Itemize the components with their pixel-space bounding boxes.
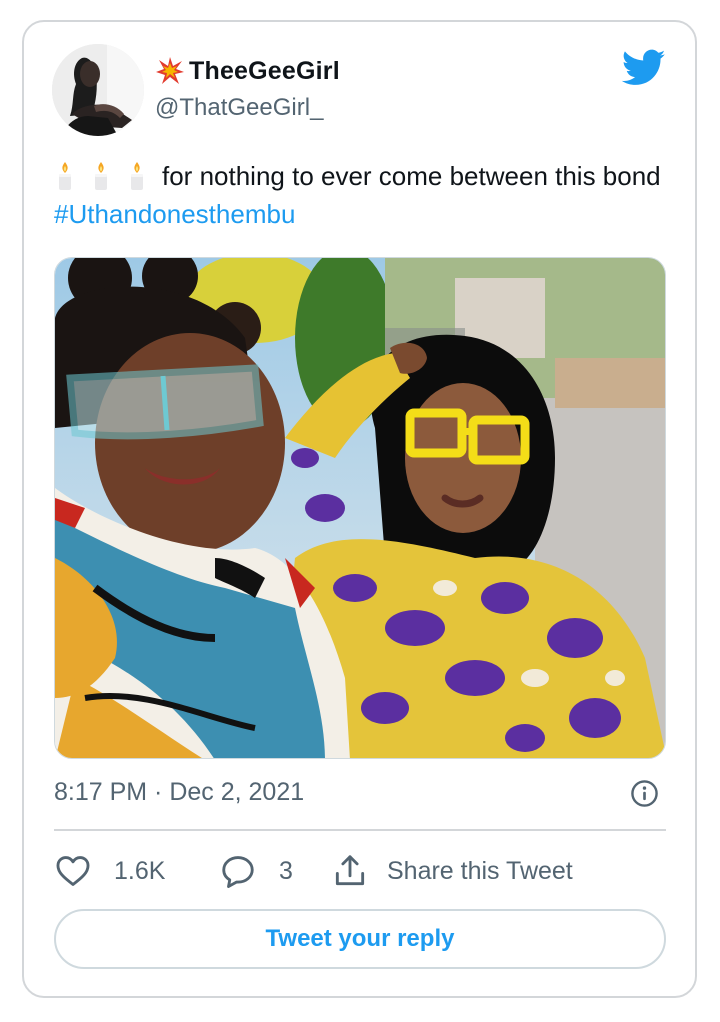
candle-icon [131, 162, 143, 190]
tweet-text: for nothing to ever come between this bo… [54, 157, 664, 233]
tweet-your-reply-button[interactable]: Tweet your reply [54, 909, 666, 969]
reply-count: 3 [279, 856, 293, 885]
share-upload-icon [335, 855, 365, 886]
author-display-name[interactable]: TheeGeeGirl [189, 57, 340, 86]
share-label: Share this Tweet [387, 856, 573, 885]
tweet-photo[interactable] [54, 257, 666, 759]
twitter-bird-icon[interactable] [622, 48, 666, 88]
speech-bubble-icon [222, 856, 254, 888]
author-name-row[interactable]: TheeGeeGirl [155, 56, 340, 86]
hashtag-link[interactable]: #Uthandonesthembu [54, 199, 295, 229]
author-avatar[interactable] [52, 44, 144, 136]
tweet-actions: 1.6K 3 Share this Tweet [54, 848, 666, 894]
tweet-body-text: for nothing to ever come between this bo… [162, 161, 661, 191]
candle-icon [95, 162, 107, 190]
divider [54, 829, 666, 831]
heart-icon [56, 856, 90, 886]
avatar-photo [52, 44, 144, 136]
author-handle[interactable]: @ThatGeeGirl_ [155, 94, 323, 122]
photo-illustration [55, 258, 665, 758]
explosion-emoji-icon [156, 57, 184, 84]
share-button[interactable]: Share this Tweet [331, 848, 573, 894]
candle-icon [59, 162, 71, 190]
info-icon[interactable] [630, 779, 659, 808]
reply-button[interactable]: 3 [219, 848, 293, 894]
like-button[interactable]: 1.6K [54, 848, 165, 894]
tweet-timestamp[interactable]: 8:17 PM · Dec 2, 2021 [54, 778, 304, 807]
like-count: 1.6K [114, 856, 166, 885]
